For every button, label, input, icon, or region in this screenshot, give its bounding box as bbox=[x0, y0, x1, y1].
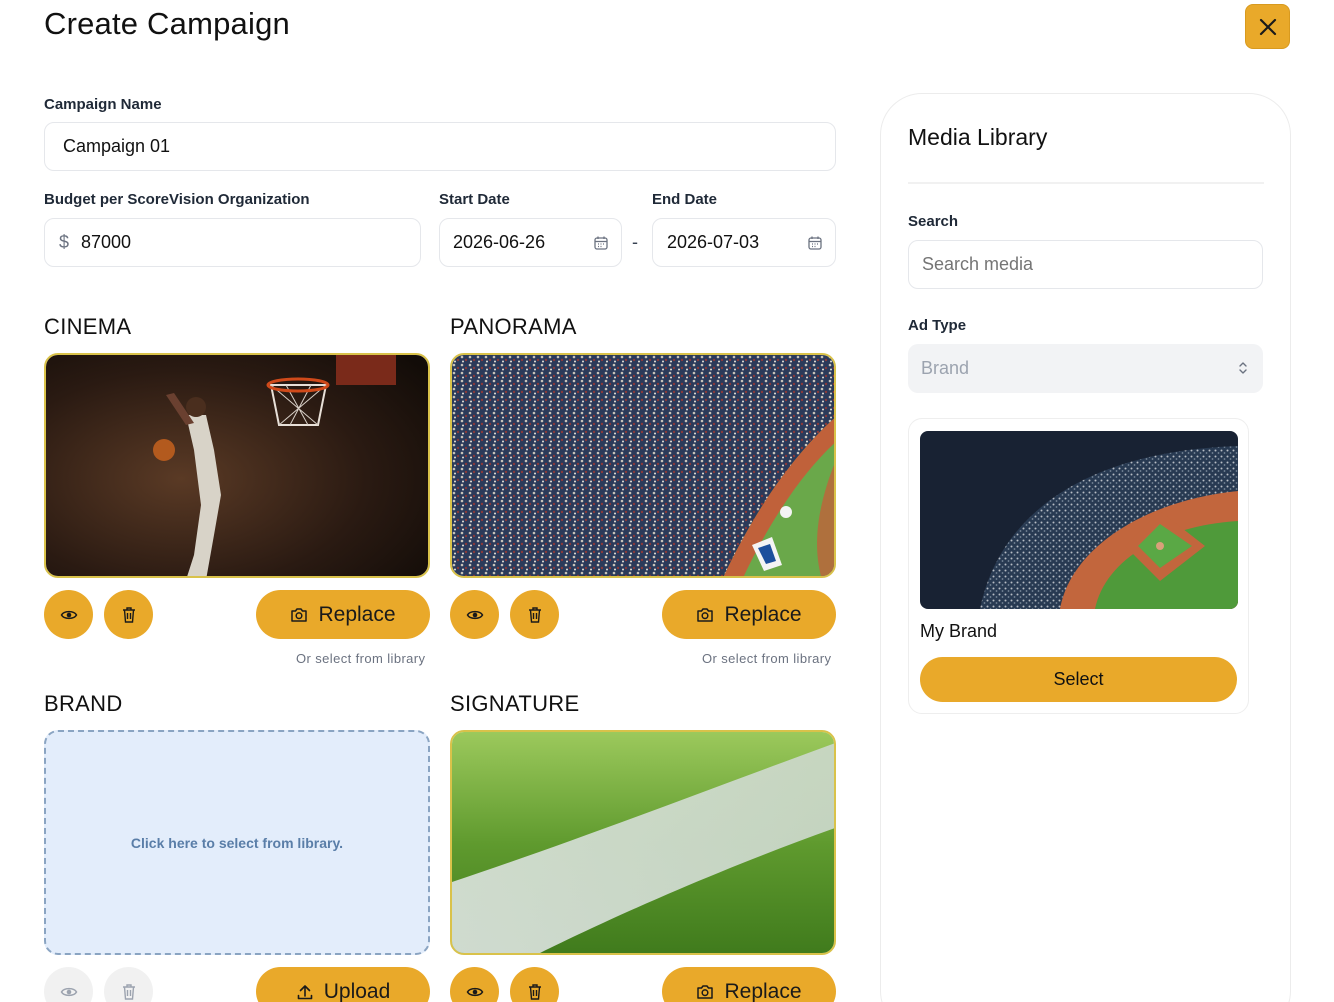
cinema-view-button[interactable] bbox=[44, 590, 93, 639]
end-date-value: 2026-07-03 bbox=[667, 232, 760, 252]
cinema-library-hint[interactable]: Or select from library bbox=[296, 651, 425, 666]
cinema-title: CINEMA bbox=[44, 314, 132, 339]
cinema-replace-label: Replace bbox=[318, 602, 396, 626]
signature-title: SIGNATURE bbox=[450, 691, 580, 716]
budget-value: 87000 bbox=[81, 232, 132, 252]
close-button[interactable] bbox=[1245, 4, 1290, 49]
brand-upload-button[interactable]: Upload bbox=[256, 967, 430, 1002]
media-card-image[interactable] bbox=[920, 431, 1238, 609]
brand-view-button[interactable] bbox=[44, 967, 93, 1002]
campaign-name-label: Campaign Name bbox=[44, 96, 162, 113]
eye-icon bbox=[60, 610, 77, 619]
search-label: Search bbox=[908, 213, 959, 230]
signature-replace-button[interactable]: Replace bbox=[662, 967, 836, 1002]
divider bbox=[908, 182, 1264, 184]
trash-icon bbox=[122, 983, 135, 1000]
cinema-delete-button[interactable] bbox=[104, 590, 153, 639]
brand-delete-button[interactable] bbox=[104, 967, 153, 1002]
media-card-name: My Brand bbox=[920, 621, 998, 641]
brand-upload-label: Upload bbox=[323, 979, 391, 1002]
brand-title: BRAND bbox=[44, 691, 123, 716]
chevron-up-down-icon bbox=[1239, 362, 1247, 374]
cinema-replace-button[interactable]: Replace bbox=[256, 590, 430, 639]
campaign-name-input[interactable]: Campaign 01 bbox=[44, 122, 836, 171]
panorama-delete-button[interactable] bbox=[510, 590, 559, 639]
end-date-label: End Date bbox=[652, 191, 718, 208]
calendar-icon[interactable] bbox=[807, 235, 823, 251]
ad-type-value: Brand bbox=[921, 358, 970, 378]
signature-view-button[interactable] bbox=[450, 967, 499, 1002]
ad-type-label: Ad Type bbox=[908, 317, 967, 334]
camera-icon bbox=[697, 607, 714, 622]
budget-label: Budget per ScoreVision Organization bbox=[44, 191, 310, 208]
media-select-button[interactable]: Select bbox=[920, 657, 1237, 702]
budget-input[interactable]: $ 87000 bbox=[44, 218, 421, 267]
eye-icon bbox=[466, 610, 483, 619]
media-library-title: Media Library bbox=[908, 124, 1048, 150]
trash-icon bbox=[122, 606, 135, 623]
signature-delete-button[interactable] bbox=[510, 967, 559, 1002]
signature-image bbox=[450, 730, 836, 955]
start-date-value: 2026-06-26 bbox=[453, 232, 546, 252]
trash-icon bbox=[528, 606, 541, 623]
calendar-icon[interactable] bbox=[593, 235, 609, 251]
trash-icon bbox=[528, 983, 541, 1000]
upload-icon bbox=[297, 984, 313, 999]
start-date-input[interactable]: 2026-06-26 bbox=[439, 218, 622, 267]
ad-type-select[interactable]: Brand bbox=[908, 344, 1263, 393]
eye-icon bbox=[466, 987, 483, 996]
end-date-input[interactable]: 2026-07-03 bbox=[652, 218, 836, 267]
panorama-title: PANORAMA bbox=[450, 314, 577, 339]
panorama-replace-label: Replace bbox=[724, 602, 802, 626]
media-select-label: Select bbox=[1053, 669, 1104, 689]
start-date-label: Start Date bbox=[439, 191, 510, 208]
close-icon bbox=[1259, 18, 1276, 35]
signature-replace-label: Replace bbox=[724, 979, 802, 1002]
cinema-image bbox=[44, 353, 430, 578]
panorama-replace-button[interactable]: Replace bbox=[662, 590, 836, 639]
brand-empty-text: Click here to select from library. bbox=[130, 834, 344, 851]
eye-icon bbox=[60, 987, 77, 996]
currency-symbol: $ bbox=[59, 232, 70, 252]
search-input[interactable] bbox=[908, 240, 1263, 289]
campaign-name-value: Campaign 01 bbox=[63, 136, 171, 156]
date-separator: - bbox=[632, 232, 638, 252]
camera-icon bbox=[697, 984, 714, 999]
camera-icon bbox=[291, 607, 308, 622]
panorama-image bbox=[450, 353, 836, 578]
panorama-view-button[interactable] bbox=[450, 590, 499, 639]
brand-empty-slot[interactable]: Click here to select from library. bbox=[44, 730, 430, 955]
panorama-library-hint[interactable]: Or select from library bbox=[702, 651, 831, 666]
page-title: Create Campaign bbox=[44, 6, 290, 41]
